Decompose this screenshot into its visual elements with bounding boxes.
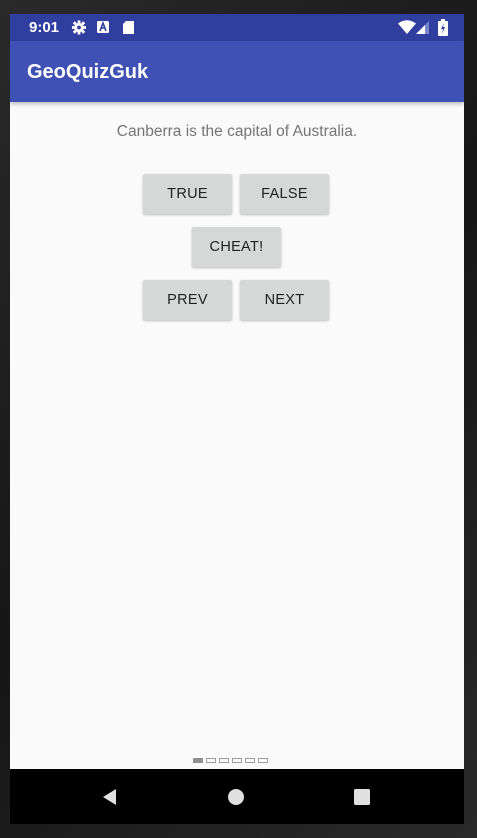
- a-box-icon: [96, 20, 112, 35]
- true-button[interactable]: TRUE: [143, 174, 232, 214]
- recents-icon[interactable]: [348, 783, 376, 811]
- status-time: 9:01: [29, 19, 60, 36]
- navigation-bar: [10, 769, 464, 824]
- page-dot: [258, 758, 268, 763]
- status-bar: 9:01: [10, 14, 464, 41]
- prev-button[interactable]: PREV: [143, 280, 232, 320]
- sd-card-icon: [122, 20, 138, 35]
- page-dot: [245, 758, 255, 763]
- false-button[interactable]: FALSE: [240, 174, 329, 214]
- next-button[interactable]: NEXT: [240, 280, 329, 320]
- app-bar: GeoQuizGuk: [10, 41, 464, 102]
- phone-screen: 9:01 GeoQuizGuk Canberra is the capital …: [10, 14, 464, 824]
- battery-icon: [438, 19, 448, 36]
- wifi-icon: [398, 20, 416, 35]
- back-icon[interactable]: [96, 783, 124, 811]
- app-title: GeoQuizGuk: [27, 61, 149, 83]
- home-icon[interactable]: [222, 783, 250, 811]
- page-dot: [219, 758, 229, 763]
- question-text: Canberra is the capital of Australia.: [116, 123, 358, 140]
- page-dot: [193, 758, 203, 763]
- device-frame: 9:01 GeoQuizGuk Canberra is the capital …: [0, 0, 477, 838]
- page-dot: [206, 758, 216, 763]
- page-indicator: [193, 758, 268, 764]
- gear-icon: [71, 20, 87, 35]
- cell-signal-icon: [416, 21, 430, 36]
- page-dot: [232, 758, 242, 763]
- cheat-button[interactable]: CHEAT!: [192, 227, 281, 267]
